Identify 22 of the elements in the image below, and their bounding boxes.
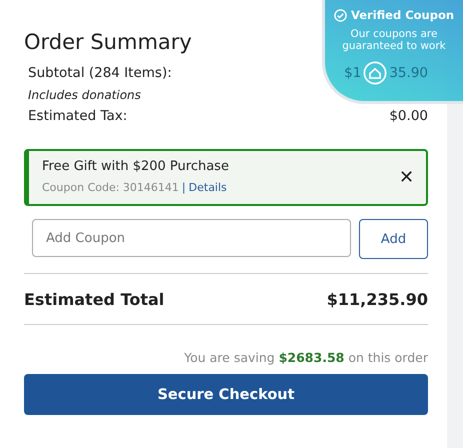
separator: | <box>182 181 186 194</box>
line-value: 35.90 <box>389 65 428 81</box>
saving-text: You are saving $2683.58 on this order <box>184 350 428 365</box>
add-button[interactable]: Add <box>359 219 428 259</box>
line-note: Includes donations <box>28 88 142 102</box>
secure-checkout-button[interactable]: Secure Checkout <box>24 374 428 415</box>
close-button[interactable]: ✕ <box>399 166 414 188</box>
line-value: $0.00 <box>389 108 428 124</box>
total-value: $11,235.90 <box>326 290 428 309</box>
coupon-input-field[interactable]: Add Coupon <box>32 219 351 257</box>
check-icon <box>334 8 347 22</box>
badge-text: Our coupons are guaranteed to work <box>341 28 447 52</box>
line-label: Subtotal (284 Items): <box>28 65 172 83</box>
home-icon[interactable] <box>363 61 388 85</box>
coupon-title: Free Gift with $200 Purchase <box>42 159 229 174</box>
badge-title: Verified Coupon <box>350 8 454 22</box>
line-label: Estimated Tax: <box>28 108 128 124</box>
total-label: Estimated Total <box>24 290 164 309</box>
order-summary-title: Order Summary <box>24 30 192 54</box>
details-link[interactable]: Details <box>188 181 227 194</box>
line-value: $1 <box>344 65 362 81</box>
coupon-code: Coupon Code: 30146141 <box>42 181 179 194</box>
